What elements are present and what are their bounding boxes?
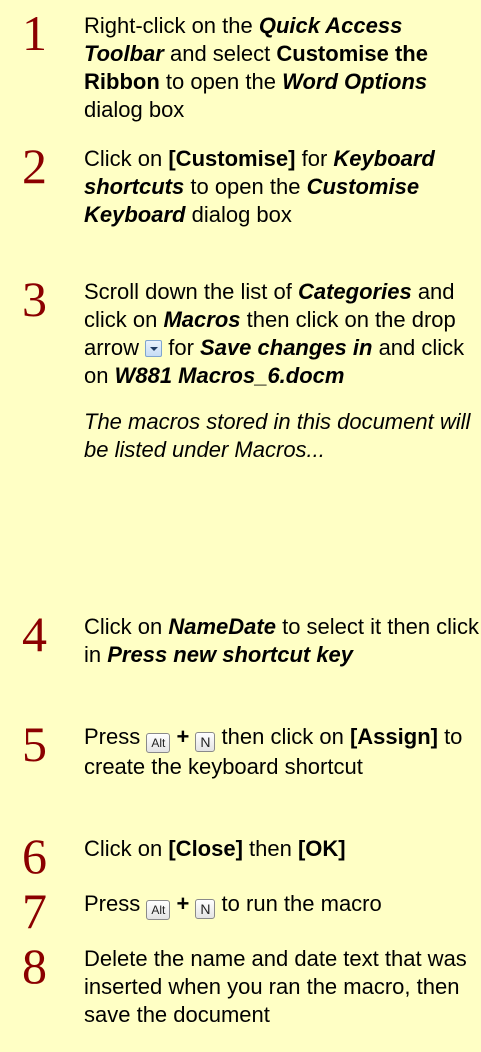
ui-name: Press new shortcut key — [107, 642, 354, 667]
alt-key-icon: Alt — [146, 733, 171, 753]
step-text: Click on [Customise] for Keyboard shortc… — [84, 145, 479, 229]
button-name: [OK] — [297, 836, 346, 861]
text: Right-click on the — [84, 13, 259, 38]
step-8-text: Delete the name and date text that was i… — [84, 946, 467, 1027]
plus-sign: + — [170, 724, 196, 749]
button-name: [Assign] — [349, 724, 438, 749]
text: for — [162, 335, 201, 360]
step-text: Right-click on the Quick Access Toolbar … — [84, 12, 479, 124]
step-number: 1 — [22, 5, 47, 61]
step-number: 8 — [22, 938, 47, 994]
alt-key-icon: Alt — [146, 900, 171, 920]
text: Press — [84, 724, 147, 749]
step-text: Press Alt + N then click on [Assign] to … — [84, 723, 479, 781]
drop-arrow-icon — [145, 340, 163, 357]
ui-name: Word Options — [282, 69, 428, 94]
text: dialog box — [84, 97, 185, 122]
ui-name: Save changes in — [200, 335, 373, 360]
ui-name: Macros — [163, 307, 241, 332]
text: Press — [84, 891, 147, 916]
step-text: Scroll down the list of Categories and c… — [84, 278, 479, 464]
text: Click on — [84, 836, 169, 861]
step-number: 4 — [22, 606, 47, 662]
n-key-icon: N — [195, 899, 216, 919]
button-name: [Customise] — [168, 146, 296, 171]
step-number: 5 — [22, 716, 47, 772]
button-name: [Close] — [168, 836, 243, 861]
step-number: 6 — [22, 828, 47, 884]
text: then — [242, 836, 298, 861]
text: dialog box — [185, 202, 292, 227]
step-text: Click on NameDate to select it then clic… — [84, 613, 479, 669]
text: to open the — [159, 69, 283, 94]
file-name: W881 Macros_6.docm — [114, 363, 345, 388]
text: and select — [163, 41, 277, 66]
text: Click on — [84, 146, 169, 171]
step-text: Delete the name and date text that was i… — [84, 945, 479, 1029]
plus-sign: + — [170, 891, 196, 916]
step-number: 7 — [22, 883, 47, 939]
text: to open the — [184, 174, 307, 199]
text: to run the macro — [215, 891, 382, 916]
step-number: 2 — [22, 138, 47, 194]
step-text: Click on [Close] then [OK] — [84, 835, 479, 863]
text: then click on — [215, 724, 350, 749]
n-key-icon: N — [195, 732, 216, 752]
text: Click on — [84, 614, 169, 639]
ui-name: NameDate — [168, 614, 276, 639]
step-text: Press Alt + N to run the macro — [84, 890, 479, 920]
text: for — [295, 146, 334, 171]
step-number: 3 — [22, 271, 47, 327]
ui-name: Categories — [297, 279, 412, 304]
text: Scroll down the list of — [84, 279, 298, 304]
step-note: The macros stored in this document will … — [84, 409, 471, 462]
